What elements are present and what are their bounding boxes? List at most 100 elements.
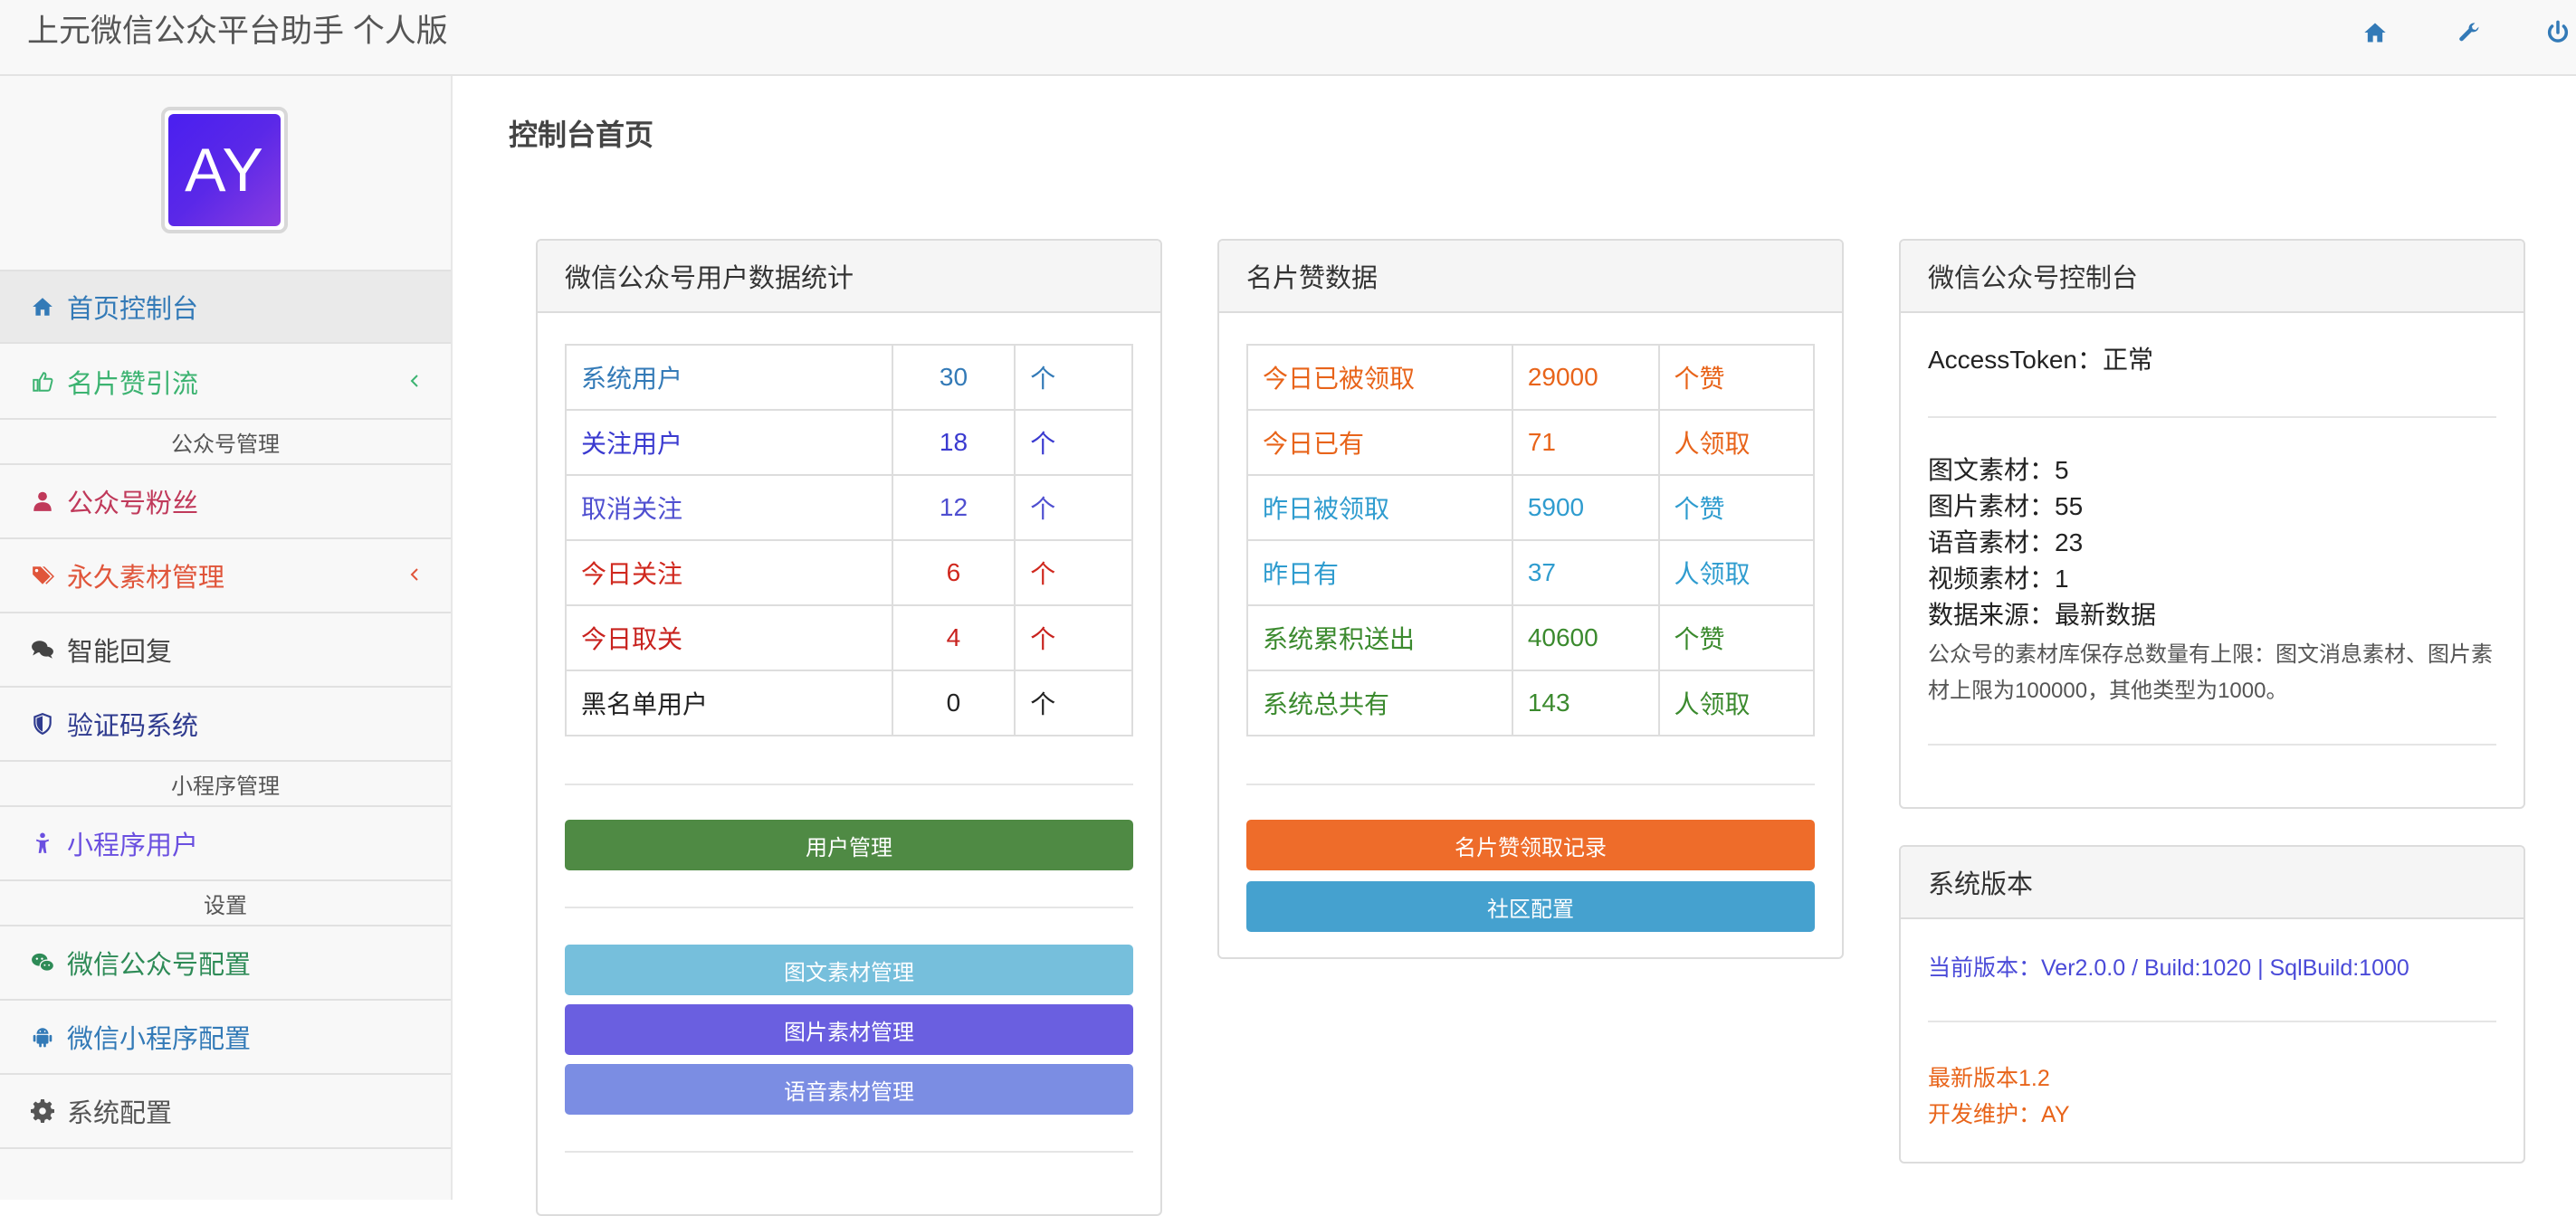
- stat-label: 系统总共有: [1246, 670, 1513, 736]
- wrench-icon[interactable]: [2453, 16, 2485, 49]
- user-stats-table: 系统用户 30 个 关注用户 18 个 取消关注 12 个 今日关注 6 个 今…: [565, 344, 1133, 736]
- stat-value: 6: [891, 539, 1016, 606]
- sidebar-item-label: 首页控制台: [67, 295, 199, 324]
- divider: [565, 784, 1133, 785]
- home-icon[interactable]: [2359, 16, 2391, 49]
- table-row: 关注用户 18 个: [565, 409, 1133, 476]
- article-material-button[interactable]: 图文素材管理: [565, 945, 1133, 995]
- stat-label: 今日关注: [565, 539, 893, 606]
- stat-label: 取消关注: [565, 474, 893, 541]
- material-limit-note: 公众号的素材库保存总数量有上限：图文消息素材、图片素材上限为100000，其他类…: [1928, 642, 2493, 703]
- divider: [1928, 744, 2496, 746]
- divider: [565, 1151, 1133, 1153]
- divider: [565, 907, 1133, 908]
- stat-unit: 个赞: [1657, 344, 1816, 411]
- stat-unit: 个: [1014, 344, 1133, 411]
- shield-icon: [29, 710, 56, 737]
- chevron-left-icon[interactable]: [405, 367, 424, 394]
- page-title: 控制台首页: [509, 119, 654, 151]
- card-likes-panel: 名片赞数据 今日已被领取 29000 个赞 今日已有 71 人领取 昨日被领取 …: [1217, 239, 1844, 959]
- access-token-status: AccessToken：正常: [1928, 346, 2153, 374]
- voice-material-count: 语音素材：23: [1928, 528, 2084, 556]
- stat-label: 今日已被领取: [1246, 344, 1513, 411]
- child-icon: [29, 830, 56, 857]
- image-material-count: 图片素材：55: [1928, 492, 2084, 520]
- sidebar: AY 首页控制台 名片赞引流 公众号管理 公众号粉丝 永久素材管理 智能回复 验…: [0, 76, 453, 1200]
- sidebar-item-dashboard[interactable]: 首页控制台: [0, 270, 451, 344]
- table-row: 今日关注 6 个: [565, 539, 1133, 606]
- sidebar-item-label: 微信公众号配置: [67, 951, 252, 980]
- stat-unit: 人领取: [1657, 539, 1816, 606]
- sidebar-item-label: 智能回复: [67, 638, 173, 667]
- avatar[interactable]: AY: [161, 107, 288, 233]
- table-row: 取消关注 12 个: [565, 474, 1133, 541]
- sidebar-item-label: 微信小程序配置: [67, 1025, 252, 1054]
- app-title[interactable]: 上元微信公众平台助手 个人版: [27, 9, 448, 54]
- sidebar-item-mini-config[interactable]: 微信小程序配置: [0, 1001, 451, 1075]
- tags-icon: [29, 562, 56, 589]
- divider: [1246, 784, 1815, 785]
- stat-value: 37: [1511, 539, 1660, 606]
- stat-unit: 个: [1014, 474, 1133, 541]
- stat-label: 昨日有: [1246, 539, 1513, 606]
- maintainer: 开发维护：AY: [1928, 1102, 2070, 1127]
- stat-unit: 个赞: [1657, 474, 1816, 541]
- gear-icon: [29, 1097, 56, 1125]
- stat-label: 系统累积送出: [1246, 604, 1513, 671]
- chevron-left-icon[interactable]: [405, 561, 424, 588]
- stat-value: 12: [891, 474, 1016, 541]
- stat-value: 71: [1511, 409, 1660, 476]
- home-icon: [29, 293, 56, 320]
- sidebar-item-label: 永久素材管理: [67, 564, 225, 593]
- table-row: 系统用户 30 个: [565, 344, 1133, 411]
- card-likes-table: 今日已被领取 29000 个赞 今日已有 71 人领取 昨日被领取 5900 个…: [1246, 344, 1816, 736]
- stat-unit: 个: [1014, 539, 1133, 606]
- stat-label: 昨日被领取: [1246, 474, 1513, 541]
- voice-material-button[interactable]: 语音素材管理: [565, 1064, 1133, 1115]
- sidebar-item-label: 系统配置: [67, 1099, 173, 1128]
- stat-value: 40600: [1511, 604, 1660, 671]
- section-header-mini-program: 小程序管理: [0, 762, 451, 807]
- stat-label: 黑名单用户: [565, 670, 893, 736]
- video-material-count: 视频素材：1: [1928, 565, 2069, 593]
- stat-unit: 人领取: [1657, 409, 1816, 476]
- panel-title: 名片赞数据: [1219, 241, 1842, 313]
- sidebar-item-materials[interactable]: 永久素材管理: [0, 539, 451, 613]
- current-version: 当前版本：Ver2.0.0 / Build:1020 | SqlBuild:10…: [1928, 955, 2409, 981]
- sidebar-item-label: 小程序用户: [67, 831, 199, 860]
- sidebar-item-system-config[interactable]: 系统配置: [0, 1075, 451, 1149]
- image-material-button[interactable]: 图片素材管理: [565, 1004, 1133, 1055]
- card-likes-record-button[interactable]: 名片赞领取记录: [1246, 820, 1815, 870]
- sidebar-item-captcha[interactable]: 验证码系统: [0, 688, 451, 762]
- stat-unit: 个赞: [1657, 604, 1816, 671]
- panel-title: 微信公众号控制台: [1901, 241, 2524, 313]
- stat-unit: 个: [1014, 409, 1133, 476]
- top-navbar: 上元微信公众平台助手 个人版: [0, 0, 2576, 76]
- power-icon[interactable]: [2542, 16, 2574, 49]
- stat-unit: 个: [1014, 604, 1133, 671]
- sidebar-item-label: 名片赞引流: [67, 370, 199, 399]
- stat-label: 今日取关: [565, 604, 893, 671]
- stat-label: 今日已有: [1246, 409, 1513, 476]
- user-management-button[interactable]: 用户管理: [565, 820, 1133, 870]
- sidebar-item-auto-reply[interactable]: 智能回复: [0, 613, 451, 688]
- community-config-button[interactable]: 社区配置: [1246, 881, 1815, 932]
- section-header-settings: 设置: [0, 881, 451, 926]
- sidebar-item-label: 验证码系统: [67, 712, 199, 741]
- stat-label: 关注用户: [565, 409, 893, 476]
- section-header-official-account: 公众号管理: [0, 420, 451, 465]
- sidebar-item-mini-users[interactable]: 小程序用户: [0, 807, 451, 881]
- comments-icon: [29, 636, 56, 663]
- stat-unit: 人领取: [1657, 670, 1816, 736]
- android-icon: [29, 1023, 56, 1050]
- sidebar-item-wechat-config[interactable]: 微信公众号配置: [0, 926, 451, 1001]
- stat-value: 143: [1511, 670, 1660, 736]
- table-row: 今日已被领取 29000 个赞: [1246, 344, 1816, 411]
- sidebar-item-followers[interactable]: 公众号粉丝: [0, 465, 451, 539]
- table-row: 黑名单用户 0 个: [565, 670, 1133, 736]
- divider: [1928, 1021, 2496, 1022]
- table-row: 昨日有 37 人领取: [1246, 539, 1816, 606]
- sidebar-item-card-likes[interactable]: 名片赞引流: [0, 346, 451, 420]
- panel-title: 微信公众号用户数据统计: [538, 241, 1160, 313]
- version-panel: 系统版本 当前版本：Ver2.0.0 / Build:1020 | SqlBui…: [1899, 845, 2525, 1164]
